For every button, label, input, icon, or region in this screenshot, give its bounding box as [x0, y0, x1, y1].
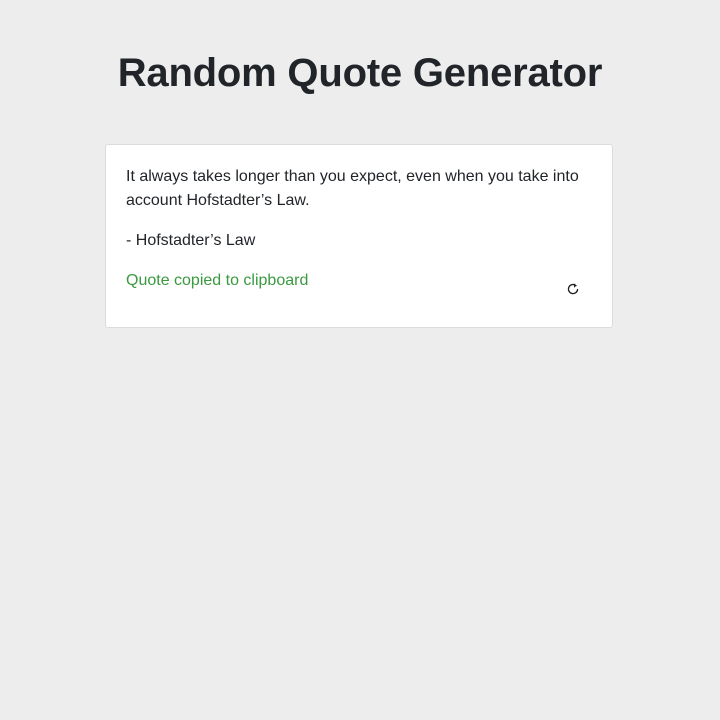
copied-status-message: Quote copied to clipboard: [126, 272, 309, 289]
new-quote-button[interactable]: [562, 278, 584, 300]
quote-author: - Hofstadter’s Law: [126, 232, 256, 249]
quote-text: It always takes longer than you expect, …: [126, 168, 579, 209]
quote-card: It always takes longer than you expect, …: [105, 144, 613, 328]
page-title: Random Quote Generator: [117, 51, 603, 95]
refresh-icon: [566, 282, 580, 296]
